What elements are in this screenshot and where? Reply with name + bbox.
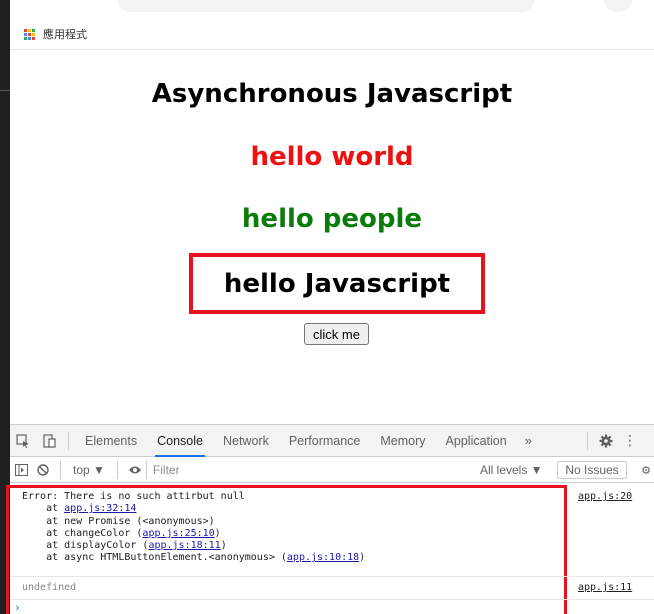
inspect-element-icon[interactable] [10, 425, 36, 457]
device-toolbar-icon[interactable] [36, 425, 62, 457]
clear-console-icon[interactable] [32, 457, 54, 483]
stack-link[interactable]: app.js:32:14 [64, 503, 136, 514]
stack-frame: at displayColor (app.js:18:11) [22, 540, 227, 552]
stack-link[interactable]: app.js:25:10 [142, 528, 214, 539]
stack-frame: at changeColor (app.js:25:10) [22, 527, 221, 539]
web-page: Asynchronous Javascript hello world hell… [10, 51, 654, 423]
hello-javascript-text: hello Javascript [223, 268, 451, 299]
context-selector[interactable]: top ▼ [67, 463, 111, 477]
apps-grid-dot [24, 28, 27, 32]
tab-elements[interactable]: Elements [75, 425, 147, 457]
bookmarks-bar: 應用程式 [10, 0, 654, 50]
tab-console[interactable]: Console [147, 425, 213, 457]
console-result-row: undefined app.js:11 [10, 577, 654, 599]
result-source-link[interactable]: app.js:11 [578, 582, 632, 593]
tab-performance[interactable]: Performance [279, 425, 371, 457]
hello-people-text: hello people [241, 204, 423, 234]
more-tabs-button[interactable]: » [517, 433, 540, 448]
tab-network[interactable]: Network [213, 425, 279, 457]
address-bar[interactable] [118, 0, 534, 12]
hello-world-text: hello world [250, 142, 414, 172]
highlight-box: hello Javascript [189, 253, 485, 314]
error-line: Error: There is no such attirbut null [22, 491, 245, 502]
stack-frame: at app.js:32:14 [22, 503, 137, 515]
log-levels-dropdown[interactable]: All levels ▼ [480, 457, 543, 483]
console-output: Error: There is no such attirbut null at… [6, 483, 654, 614]
console-settings-icon[interactable]: ⚙ [638, 457, 654, 483]
console-toolbar: top ▼ Filter All levels ▼ No Issues ⚙ [10, 457, 654, 483]
apps-grid-dot [28, 28, 31, 32]
live-expression-eye-icon[interactable] [124, 457, 146, 483]
apps-grid-dot [28, 32, 31, 36]
profile-button[interactable] [604, 0, 632, 12]
kebab-menu-icon[interactable]: ⋮ [618, 425, 642, 457]
apps-grid-dot [28, 36, 31, 40]
error-source-link[interactable]: app.js:20 [578, 491, 632, 502]
click-me-button[interactable]: click me [304, 323, 369, 345]
devtools-tabbar: Elements Console Network Performance Mem… [10, 425, 654, 457]
tab-memory[interactable]: Memory [370, 425, 435, 457]
devtools-panel: Elements Console Network Performance Mem… [6, 424, 654, 614]
stack-link[interactable]: app.js:10:18 [287, 552, 359, 563]
page-title: Asynchronous Javascript [151, 79, 513, 109]
error-message: Error: There is no such attirbut null at… [22, 491, 365, 565]
console-filter-input[interactable]: Filter [145, 460, 446, 479]
stack-link[interactable]: app.js:18:11 [148, 540, 220, 551]
stack-frame: at new Promise (<anonymous>) [22, 515, 215, 527]
apps-grid-dot [32, 28, 35, 32]
result-value: undefined [22, 582, 77, 593]
tab-application[interactable]: Application [436, 425, 517, 457]
apps-grid-dot [32, 32, 35, 36]
issues-button[interactable]: No Issues [557, 461, 627, 479]
console-prompt-row[interactable]: › [10, 599, 654, 614]
apps-shortcut[interactable]: 應用程式 [24, 26, 87, 42]
apps-label: 應用程式 [43, 28, 87, 41]
apps-grid-dot [32, 36, 35, 40]
sidebar-toggle-icon[interactable] [10, 457, 32, 483]
apps-grid-dot [24, 36, 27, 40]
apps-grid-dot [24, 32, 27, 36]
browser-window: 應用程式 Asynchronous Javascript hello world… [0, 0, 654, 614]
apps-grid-icon [24, 28, 35, 40]
prompt-chevron-icon: › [14, 601, 21, 614]
settings-gear-icon[interactable] [594, 425, 618, 457]
stack-frame: at async HTMLButtonElement.<anonymous> (… [22, 552, 366, 564]
close-devtools-icon[interactable] [642, 425, 654, 457]
